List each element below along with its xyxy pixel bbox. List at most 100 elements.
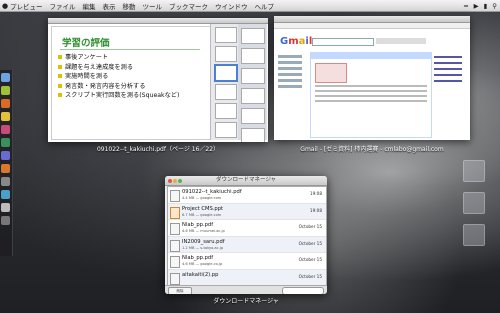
dock-app-icon[interactable] — [1, 177, 10, 186]
ad-link[interactable] — [434, 80, 462, 82]
bullet-text: 実施時間を測る — [65, 73, 109, 80]
title-divider — [60, 49, 200, 50]
page-thumbnail[interactable] — [241, 68, 265, 84]
dock-app-icon[interactable] — [1, 86, 10, 95]
download-name: Nlab_pp.pdf — [182, 222, 214, 229]
gmail-nav — [278, 52, 308, 136]
apple-menu-icon[interactable]: ● — [0, 2, 10, 10]
dock-app-icon[interactable] — [1, 203, 10, 212]
page-thumbnail[interactable] — [241, 88, 265, 104]
dock-firefox-icon[interactable] — [1, 99, 10, 108]
desktop-file-icon[interactable] — [463, 224, 485, 246]
pdf-file-icon — [170, 190, 180, 202]
ad-link[interactable] — [434, 62, 462, 64]
nav-link[interactable] — [278, 73, 302, 76]
list-item: 事後アンケート — [58, 53, 179, 63]
menu-file[interactable]: ファイル — [50, 1, 76, 11]
gmail-ads — [434, 52, 466, 136]
dock-app-icon[interactable] — [1, 151, 10, 160]
dock-app-icon[interactable] — [1, 138, 10, 147]
dock-app-icon[interactable] — [1, 125, 10, 134]
page-thumbnail[interactable] — [241, 108, 265, 124]
wifi-icon[interactable]: ≈ — [463, 2, 468, 10]
gmail-window[interactable]: Gmail — [274, 16, 470, 140]
gmail-window-label: Gmail - [ゼミ資料] 柿内運賽 - cmlabo@gmail.com — [300, 146, 444, 153]
bullet-icon — [58, 64, 62, 69]
menu-go[interactable]: 移動 — [123, 1, 136, 11]
downloads-window-label: ダウンロードマネージャ — [213, 298, 279, 305]
gmail-search-input[interactable] — [312, 38, 374, 46]
menu-preview[interactable]: プレビュー — [10, 1, 43, 11]
menu-view[interactable]: 表示 — [103, 1, 116, 11]
downloads-window[interactable]: ダウンロードマネージャ 091022--t_kakiuchi.pdf 4.4 M… — [165, 176, 327, 294]
preview-window[interactable]: 学習の評価 事後アンケート 課題を与え達成度を測る 実施時間を測る 発言数・発言… — [48, 18, 268, 142]
downloads-bottom-bar: 削除 — [165, 285, 327, 294]
ad-link[interactable] — [434, 56, 462, 58]
dock-trash-icon[interactable] — [1, 216, 10, 225]
page-thumbnail[interactable] — [241, 28, 265, 44]
nav-link[interactable] — [278, 55, 302, 58]
nav-link[interactable] — [278, 67, 302, 70]
download-name: 091022--t_kakiuchi.pdf — [182, 189, 242, 195]
menu-tools[interactable]: ツール — [143, 1, 163, 11]
message-line — [315, 95, 427, 97]
menu-bookmarks[interactable]: ブックマーク — [169, 1, 208, 11]
page-thumbnail[interactable] — [215, 122, 237, 138]
attachment-box[interactable] — [315, 63, 347, 83]
bullet-icon — [58, 55, 62, 59]
browser-tabs — [274, 23, 470, 29]
desktop-file-icon[interactable] — [463, 160, 485, 182]
spotlight-icon[interactable]: ⚲ — [492, 2, 497, 10]
page-thumbnail[interactable] — [241, 48, 265, 64]
nav-link[interactable] — [278, 61, 302, 64]
dock-app-icon[interactable] — [1, 164, 10, 173]
page-thumbnail[interactable] — [215, 46, 237, 62]
list-item: 発言数・発言内容を分析する — [58, 82, 179, 92]
minimize-icon[interactable] — [173, 179, 177, 183]
dock-finder-icon[interactable] — [1, 73, 10, 82]
downloads-list: 091022--t_kakiuchi.pdf 4.4 MB — google.c… — [167, 186, 327, 287]
downloads-search-input[interactable] — [282, 287, 324, 294]
download-row[interactable]: Nlab_pp.pdf 4.6 MB — muumei.ac.jp Octobe… — [168, 220, 326, 237]
download-row[interactable]: Project CMS.ppt 6.7 MB — google.com 19:0… — [168, 203, 326, 221]
menu-window[interactable]: ウインドウ — [215, 1, 248, 11]
download-meta: 4.6 MB — google.co.jp — [182, 262, 223, 267]
battery-icon[interactable]: ▮ — [484, 2, 488, 10]
volume-icon[interactable]: ▶ — [474, 2, 479, 10]
gmail-logo: Gmail — [280, 36, 313, 47]
download-row[interactable]: 091022--t_kakiuchi.pdf 4.4 MB — google.c… — [168, 187, 326, 204]
page-thumbnails-column[interactable] — [238, 24, 266, 142]
page-thumbnail[interactable] — [215, 84, 237, 100]
page-thumbnail-selected[interactable] — [215, 65, 237, 81]
nav-link[interactable] — [278, 79, 302, 82]
ppt-file-icon — [170, 206, 180, 219]
menu-edit[interactable]: 編集 — [83, 1, 96, 11]
menu-bar: ● プレビュー ファイル 編集 表示 移動 ツール ブックマーク ウインドウ ヘ… — [0, 0, 500, 12]
close-icon[interactable] — [168, 179, 172, 183]
dock-app-icon[interactable] — [1, 190, 10, 199]
download-row[interactable]: Nlab_pp.pdf 4.6 MB — google.co.jp Octobe… — [168, 253, 326, 270]
download-date: October 15 — [298, 257, 322, 263]
zoom-icon[interactable] — [178, 179, 182, 183]
ad-link[interactable] — [434, 74, 462, 76]
bullet-icon — [58, 83, 62, 88]
download-row[interactable]: IN2009_saru.pdf 1.2 MB — s-tokyo.ac.jp O… — [168, 236, 326, 254]
download-name: Nlab_pp.pdf — [182, 255, 214, 262]
gmail-search-buttons[interactable] — [376, 38, 426, 44]
desktop-file-icon[interactable] — [463, 192, 485, 214]
menu-help[interactable]: ヘルプ — [255, 1, 275, 11]
preview-window-label: 091022--t_kakiuchi.pdf（ページ 16／22） — [96, 146, 220, 153]
download-date: October 15 — [298, 240, 322, 246]
ad-link[interactable] — [434, 68, 462, 70]
page-thumbnail[interactable] — [241, 128, 265, 142]
page-thumbnail[interactable] — [215, 27, 237, 43]
download-date: 19:08 — [309, 207, 322, 213]
page-thumbnail[interactable] — [215, 103, 237, 119]
dock-app-icon[interactable] — [1, 112, 10, 121]
slide-title: 学習の評価 — [62, 38, 110, 49]
pdf-file-icon — [170, 239, 180, 252]
gmail-message-pane — [310, 52, 432, 138]
list-item: 課題を与え達成度を測る — [58, 63, 179, 73]
clear-list-button[interactable]: 削除 — [168, 287, 192, 294]
nav-link[interactable] — [278, 85, 302, 88]
